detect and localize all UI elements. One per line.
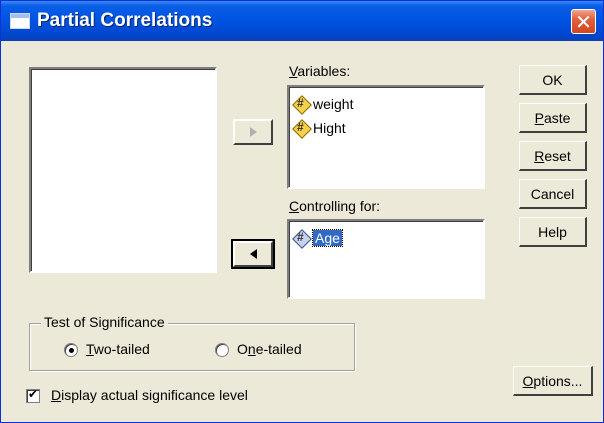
- list-item[interactable]: Hight: [293, 117, 346, 139]
- controlling-for-list[interactable]: Age: [287, 219, 485, 299]
- source-variable-list[interactable]: [29, 67, 217, 273]
- dialog-window-icon: [10, 13, 30, 29]
- variables-list[interactable]: weight Hight: [287, 85, 485, 189]
- variables-label: Variables:: [289, 63, 351, 79]
- display-significance-checkbox[interactable]: [26, 387, 40, 403]
- numeric-variable-icon: [293, 96, 310, 113]
- arrow-left-icon: [249, 249, 257, 259]
- two-tailed-radio[interactable]: [64, 343, 78, 357]
- numeric-variable-icon: [293, 120, 310, 137]
- test-of-significance-title: Test of Significance: [41, 314, 168, 330]
- close-icon: ✕: [575, 9, 592, 34]
- cancel-button[interactable]: Cancel: [519, 179, 587, 209]
- numeric-variable-icon: [293, 230, 310, 247]
- two-tailed-label[interactable]: Two-tailed: [86, 341, 150, 357]
- one-tailed-label[interactable]: One-tailed: [237, 341, 302, 357]
- one-tailed-radio[interactable]: [215, 343, 229, 357]
- help-button[interactable]: Help: [519, 217, 587, 247]
- move-from-controlling-button[interactable]: [231, 239, 275, 269]
- options-button[interactable]: Options...: [513, 366, 593, 396]
- controlling-for-label: Controlling for:: [289, 198, 381, 214]
- display-significance-label[interactable]: Display actual significance level: [51, 387, 248, 403]
- arrow-right-icon: [249, 127, 257, 137]
- list-item[interactable]: weight: [293, 93, 353, 115]
- ok-button[interactable]: OK: [519, 65, 587, 95]
- paste-button[interactable]: Paste: [519, 103, 587, 133]
- move-to-variables-button[interactable]: [233, 119, 273, 145]
- title-bar[interactable]: Partial Correlations ✕: [1, 1, 603, 41]
- partial-correlations-dialog: Partial Correlations ✕ Variables: weight…: [0, 0, 604, 423]
- list-item-selected[interactable]: Age: [293, 227, 343, 249]
- reset-button[interactable]: Reset: [519, 141, 587, 171]
- window-title: Partial Correlations: [37, 10, 213, 31]
- test-of-significance-group: [29, 323, 355, 371]
- close-button[interactable]: ✕: [571, 9, 596, 34]
